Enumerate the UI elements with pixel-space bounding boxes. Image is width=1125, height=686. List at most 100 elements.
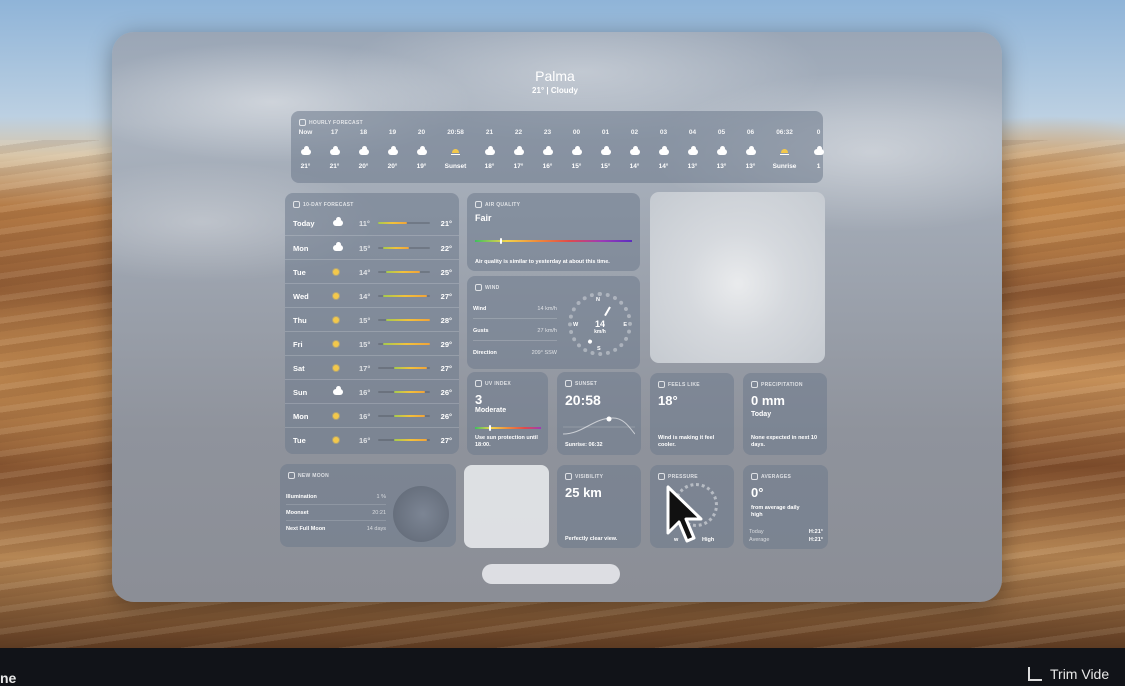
averages-average-value: H:21°	[808, 537, 823, 543]
hourly-temp: 18°	[484, 163, 495, 170]
hourly-item: 23 16°	[533, 129, 562, 170]
precipitation-title: PRECIPITATION	[751, 381, 803, 388]
sunset-title: SUNSET	[565, 380, 597, 387]
partly-cloudy-icon	[333, 242, 343, 251]
forecast-day-row: Today 11° 21°	[285, 211, 459, 235]
temp-range-bar	[378, 439, 430, 441]
temp-range-bar	[378, 391, 430, 393]
mouse-pointer-icon	[666, 485, 703, 543]
high-temp: 27°	[440, 363, 452, 373]
cloud-icon	[591, 141, 620, 163]
hourly-time: 20	[417, 129, 426, 136]
temp-range-bar	[378, 271, 430, 273]
next-full-moon-row: Next Full Moon 14 days	[286, 520, 386, 536]
uv-marker	[489, 425, 491, 431]
high-temp: 21°	[440, 218, 452, 228]
map-panel[interactable]	[650, 192, 825, 363]
current-conditions: 21° | Cloudy	[532, 86, 578, 95]
low-temp: 16°	[359, 387, 371, 397]
hourly-item: 22 17°	[504, 129, 533, 170]
hourly-time: 21	[485, 129, 494, 136]
humidity-panel[interactable]	[464, 465, 549, 548]
precipitation-period: Today	[751, 411, 772, 418]
wind-unit: km/h	[594, 329, 606, 335]
next-full-moon-value: 14 days	[366, 526, 386, 532]
hourly-time: 02	[630, 129, 639, 136]
hourly-time: Now	[298, 129, 313, 136]
air-quality-marker	[500, 238, 502, 244]
ten-day-title: 10-DAY FORECAST	[293, 201, 354, 208]
hourly-row: Now 21° 17 21° 18 20° 19 20° 20 19° 20:58 Sunset 21 1…	[291, 129, 824, 170]
day-label: Fri	[293, 339, 303, 349]
hourly-temp: 21°	[329, 163, 340, 170]
air-quality-scale	[475, 240, 632, 242]
moonset-label: Moonset	[286, 510, 309, 516]
hourly-temp: Sunset	[444, 163, 467, 170]
hourly-time: 03	[659, 129, 668, 136]
hourly-item: 18 20°	[349, 129, 378, 170]
hourly-item: 04 13°	[678, 129, 707, 170]
air-quality-panel[interactable]: AIR QUALITY Fair Air quality is similar …	[467, 193, 640, 271]
window-grabber-bar[interactable]	[482, 564, 620, 584]
low-temp: 14°	[359, 267, 371, 277]
hourly-forecast-panel[interactable]: HOURLY FORECAST Now 21° 17 21° 18 20° 19 20° 20 1…	[291, 111, 824, 183]
ten-day-forecast-panel[interactable]: 10-DAY FORECAST Today 11° 21° Mon 15° 22° Tue 1…	[285, 193, 459, 454]
hourly-temp: 1	[816, 163, 821, 170]
moon-image	[393, 486, 449, 542]
day-label: Thu	[293, 315, 307, 325]
sun-icon	[333, 317, 339, 323]
temp-range-bar	[378, 367, 430, 369]
feels-like-panel[interactable]: FEELS LIKE 18° Wind is making it feel co…	[650, 373, 734, 455]
averages-average-label: Average	[749, 537, 770, 543]
hourly-time: 01	[601, 129, 610, 136]
sunset-panel[interactable]: SUNSET 20:58 Sunrise: 06:32	[557, 372, 641, 455]
air-quality-description: Air quality is similar to yesterday at a…	[475, 259, 610, 265]
hourly-temp: 16°	[542, 163, 553, 170]
wind-panel[interactable]: WIND Wind 14 km/h Gusts 27 km/h Direction 2…	[467, 276, 640, 369]
wind-title: WIND	[475, 284, 500, 291]
averages-today-row: Today H:21°	[749, 529, 823, 535]
day-label: Mon	[293, 243, 309, 253]
high-temp: 26°	[440, 411, 452, 421]
sun-icon	[475, 380, 482, 387]
cloud-icon	[407, 141, 436, 163]
hourly-time: 0	[816, 129, 821, 136]
feels-like-value: 18°	[658, 393, 678, 408]
sunrise-icon	[765, 141, 804, 163]
high-temp: 27°	[440, 291, 452, 301]
moon-panel[interactable]: NEW MOON Illumination 1 % Moonset 20:21 Ne…	[280, 464, 456, 547]
wind-label: Wind	[473, 306, 487, 312]
uv-scale	[475, 427, 541, 429]
cloud-icon	[649, 141, 678, 163]
uv-index-panel[interactable]: UV INDEX 3 Moderate Use sun protection u…	[467, 372, 548, 455]
sun-icon	[333, 269, 339, 275]
sun-icon	[333, 413, 339, 419]
hourly-time: 20:58	[447, 129, 464, 136]
averages-title: AVERAGES	[751, 473, 791, 480]
hourly-temp: 20°	[387, 163, 398, 170]
sun-icon	[333, 341, 339, 347]
trim-video-button[interactable]: Trim Vide	[1028, 666, 1109, 682]
temp-range-bar	[378, 343, 430, 345]
forecast-day-row: Sat 17° 27°	[285, 355, 459, 380]
hourly-item: 03 14°	[649, 129, 678, 170]
next-full-moon-label: Next Full Moon	[286, 526, 326, 532]
hourly-item: 02 14°	[620, 129, 649, 170]
hourly-item: 00 15°	[562, 129, 591, 170]
calendar-icon	[293, 201, 300, 208]
hourly-temp: 13°	[687, 163, 698, 170]
trim-video-label: Trim Vide	[1050, 666, 1110, 682]
hourly-time: 19	[388, 129, 397, 136]
hourly-time: 00	[572, 129, 581, 136]
moon-title: NEW MOON	[288, 472, 329, 479]
precipitation-panel[interactable]: PRECIPITATION 0 mm Today None expected i…	[743, 373, 827, 455]
cloud-icon	[291, 141, 320, 163]
averages-panel[interactable]: AVERAGES 0° from average daily high Toda…	[743, 465, 828, 549]
day-label: Tue	[293, 267, 306, 277]
visibility-panel[interactable]: VISIBILITY 25 km Perfectly clear view.	[557, 465, 641, 548]
cloud-icon	[320, 141, 349, 163]
temp-range-bar	[378, 319, 430, 321]
temp-range-bar	[378, 415, 430, 417]
sunset-time: 20:58	[565, 392, 601, 408]
forecast-day-row: Mon 16° 26°	[285, 403, 459, 428]
